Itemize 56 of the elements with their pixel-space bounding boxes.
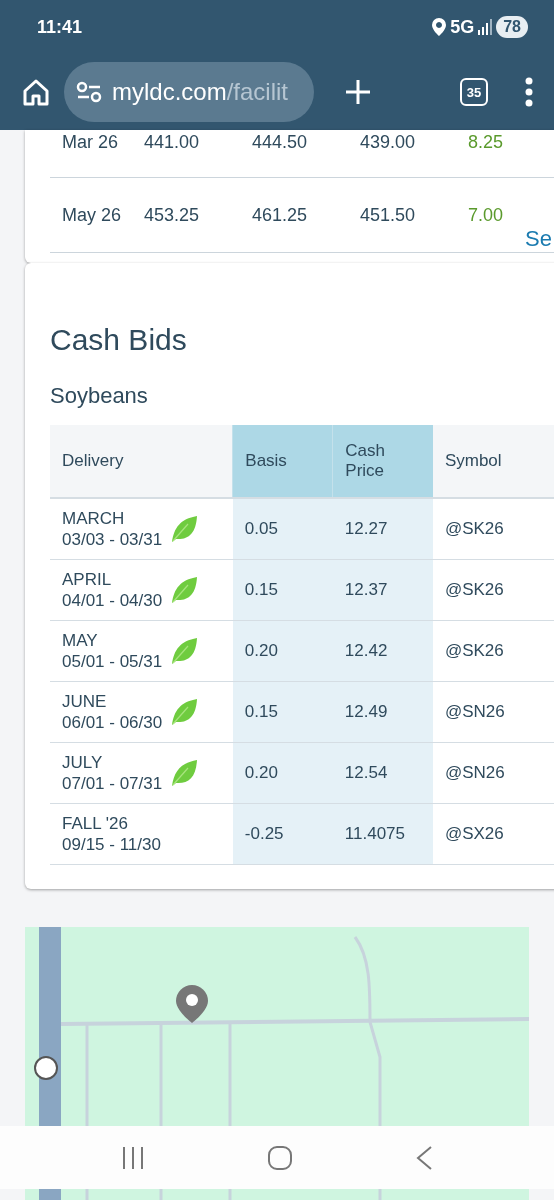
month-cell-text: Mar 26 bbox=[61, 132, 120, 153]
delivery-cell: MARCH 03/03 - 03/31 bbox=[50, 498, 233, 560]
table-cell-text: 461.25 bbox=[252, 204, 309, 226]
symbol-cell: @SN26 bbox=[432, 681, 554, 743]
address-bar[interactable]: myldc.com/facilit bbox=[64, 62, 314, 122]
symbol-cell: @SK26 bbox=[432, 559, 554, 621]
basis-cell: -0.25 bbox=[232, 803, 333, 865]
month-cell-text: May 26 bbox=[61, 204, 123, 226]
delivery-cell: MAY 05/01 - 05/31 bbox=[50, 620, 233, 682]
basis-cell: 0.15 bbox=[232, 681, 333, 743]
cash-price-cell: 12.42 bbox=[332, 620, 433, 682]
delivery-cell: FALL '26 09/15 - 11/30 bbox=[50, 803, 233, 865]
symbol-cell: @SK26 bbox=[432, 620, 554, 682]
back-icon[interactable] bbox=[415, 1144, 433, 1171]
network-type: 5G bbox=[450, 16, 475, 38]
signal-icon bbox=[478, 19, 493, 35]
table-cell-text: 451.50 bbox=[360, 204, 417, 226]
table-cell-text: 453.25 bbox=[144, 204, 201, 226]
column-header: Delivery bbox=[50, 425, 233, 498]
delivery-cell: JULY 07/01 - 07/31 bbox=[50, 742, 233, 804]
table-cell-text: 444.50 bbox=[252, 132, 309, 153]
commodity-title: Soybeans bbox=[50, 383, 149, 409]
table-cell-text: 439.00 bbox=[360, 132, 417, 153]
basis-cell: 0.20 bbox=[232, 742, 333, 804]
home-icon[interactable] bbox=[267, 1144, 293, 1171]
cash-price-cell: 12.54 bbox=[332, 742, 433, 804]
change-cell-text: 7.00 bbox=[468, 204, 505, 226]
symbol-cell: @SN26 bbox=[432, 742, 554, 804]
more-icon[interactable] bbox=[524, 77, 534, 107]
battery-level: 78 bbox=[496, 16, 528, 38]
url-path: /facilit bbox=[226, 78, 289, 105]
plus-icon[interactable] bbox=[344, 78, 372, 106]
basis-cell: 0.05 bbox=[232, 498, 333, 560]
basis-cell: 0.15 bbox=[232, 559, 333, 621]
clock: 11:41 bbox=[37, 16, 83, 38]
column-header: Symbol bbox=[432, 425, 554, 498]
symbol-cell: @SK26 bbox=[432, 498, 554, 560]
column-header: Basis bbox=[232, 425, 333, 498]
delivery-cell: JUNE 06/01 - 06/30 bbox=[50, 681, 233, 743]
cash-price-cell: 11.4075 bbox=[332, 803, 433, 865]
section-title: Cash Bids bbox=[50, 323, 188, 357]
basis-cell: 0.20 bbox=[232, 620, 333, 682]
recent-apps-icon[interactable] bbox=[121, 1145, 145, 1170]
change-cell-text: 8.25 bbox=[468, 132, 505, 153]
cash-price-cell: 12.49 bbox=[332, 681, 433, 743]
site-settings-icon[interactable] bbox=[76, 81, 102, 103]
location-icon bbox=[432, 18, 447, 36]
cash-price-cell: 12.37 bbox=[332, 559, 433, 621]
tab-count-button[interactable]: 35 bbox=[460, 78, 488, 106]
url-host: myldc.com bbox=[112, 78, 227, 105]
column-header: Cash Price bbox=[332, 425, 433, 498]
symbol-cell: @SX26 bbox=[432, 803, 554, 865]
table-cell-text: 441.00 bbox=[144, 132, 201, 153]
delivery-cell: APRIL 04/01 - 04/30 bbox=[50, 559, 233, 621]
see-more-link[interactable]: Se bbox=[525, 226, 552, 252]
cash-price-cell: 12.27 bbox=[332, 498, 433, 560]
